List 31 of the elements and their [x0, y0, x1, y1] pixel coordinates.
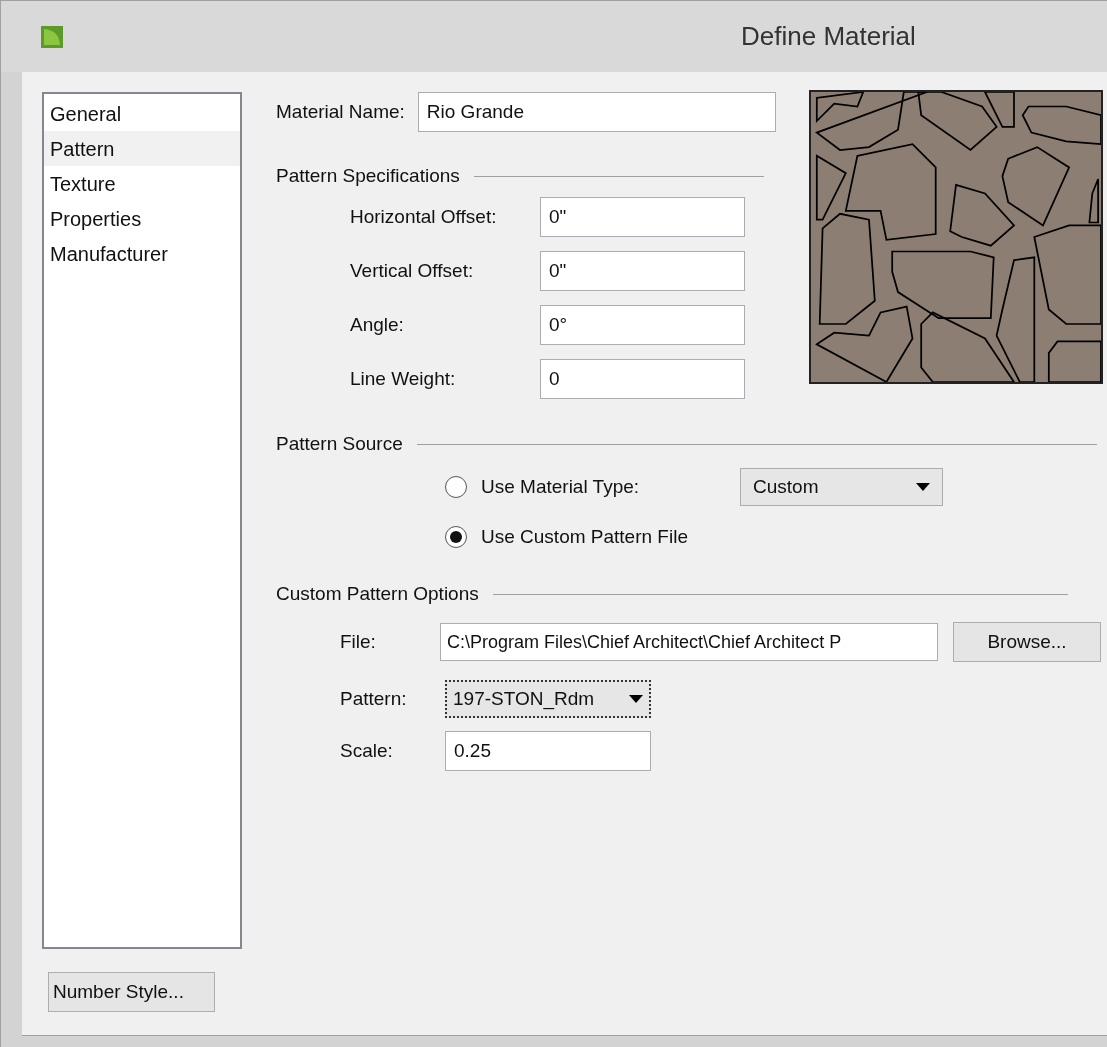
field-label: Material Name: — [276, 99, 405, 124]
input-field[interactable]: 0° — [540, 305, 745, 345]
field-label: Vertical Offset: — [350, 258, 475, 283]
caret-icon — [916, 483, 930, 491]
field-label: Angle: — [350, 312, 405, 337]
browse-button[interactable]: Browse... — [953, 622, 1101, 662]
radio-label: Use Custom Pattern File — [481, 524, 689, 549]
field-label: Pattern: — [340, 686, 408, 711]
section-heading: Pattern Specifications — [276, 163, 460, 188]
window-title: Define Material — [741, 20, 916, 53]
pattern-dropdown[interactable]: 197-STON_Rdm — [445, 680, 651, 718]
input-field[interactable]: Rio Grande — [417, 92, 776, 132]
input-field[interactable]: 0" — [540, 197, 745, 237]
material-type-dropdown[interactable]: Custom — [740, 468, 943, 506]
app-logo-icon — [41, 25, 63, 48]
input-field[interactable]: 0" — [540, 251, 745, 291]
number-style-button[interactable]: Number Style... — [48, 972, 215, 1012]
radio-button[interactable] — [445, 526, 467, 548]
file-path-field[interactable]: C:\Program Files\Chief Architect\Chief Architect P — [440, 623, 938, 661]
field-label: Scale: — [340, 738, 394, 763]
caret-icon — [629, 695, 643, 703]
radio-label: Use Material Type: — [481, 474, 641, 499]
radio-button[interactable] — [445, 476, 467, 498]
input-field[interactable]: 0.25 — [445, 731, 651, 771]
section-heading: Pattern Source — [276, 431, 403, 456]
category-item[interactable]: Pattern — [44, 131, 240, 166]
input-field[interactable]: 0 — [540, 359, 745, 399]
field-label: Horizontal Offset: — [350, 204, 498, 229]
section-heading: Custom Pattern Options — [276, 581, 479, 606]
field-label: File: — [340, 629, 377, 654]
field-label: Line Weight: — [350, 366, 457, 391]
